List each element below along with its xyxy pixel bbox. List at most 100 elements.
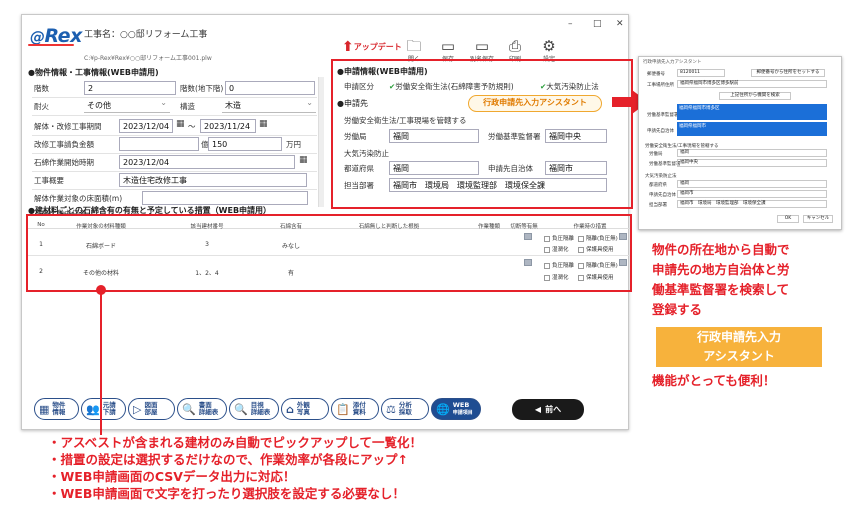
scale-icon: ⚖: [386, 402, 396, 416]
type-option-air[interactable]: ✔大気汚染防止法: [540, 81, 599, 92]
city-result-label: 申請先自治体: [647, 129, 674, 134]
office-field[interactable]: 福岡中央: [677, 159, 827, 167]
assist-badge: 行政申請先入力 アシスタント: [656, 327, 822, 367]
pointer-line: [100, 289, 102, 435]
nav-visual-detail-button[interactable]: 🔍 目視 詳細表: [229, 398, 279, 420]
air-section-label: 大気汚染防止法: [645, 174, 677, 179]
dept-label: 担当部署: [344, 181, 374, 190]
measure-check[interactable]: 負圧隔離: [544, 234, 574, 242]
upload-button[interactable]: ⬆アップデート: [342, 39, 402, 55]
folder-icon: 🗀: [406, 37, 422, 55]
pref-field[interactable]: 福岡: [389, 161, 479, 175]
fireproof-label: 耐火: [34, 102, 49, 111]
gear-icon: ⚙: [542, 37, 556, 55]
dept-field[interactable]: 福岡市 環境局 環境監理部 環境保全課: [389, 178, 607, 192]
application-section-title: ●申請情報(WEB申請用): [337, 67, 428, 76]
callout-footer: 機能がとっても便利！: [652, 373, 776, 388]
destination-title: ●申請先: [337, 99, 368, 108]
cutting-dropdown[interactable]: [524, 259, 532, 266]
labor-result-list[interactable]: 福岡県福岡市博多区: [677, 104, 827, 120]
save-icon: ▭: [440, 37, 456, 55]
period-end-field[interactable]: 2023/11/24: [200, 119, 256, 133]
nav-web-application-button[interactable]: 🌐 WEB 申請項目: [431, 398, 481, 420]
bureau-label: 労働局: [649, 152, 663, 157]
period-start-field[interactable]: 2023/12/04: [119, 119, 173, 133]
callout-text: 物件の所在地から自動で 申請先の地方自治体と労 働基準監督署を検索して 登録する: [652, 242, 790, 317]
measure-check[interactable]: 保護具使用: [578, 273, 614, 281]
floors-field[interactable]: 2: [84, 81, 176, 95]
labor-office-label: 労働基準監督署: [488, 132, 541, 141]
structure-select[interactable]: 木造: [222, 99, 316, 113]
basement-field[interactable]: 0: [225, 81, 315, 95]
nav-drawing-button[interactable]: ▷ 図面 部屋: [128, 398, 175, 420]
assist-button[interactable]: 行政申請先入力アシスタント: [468, 95, 602, 112]
measure-check[interactable]: 負圧隔離: [544, 261, 574, 269]
bullet-item: ・措置の設定は選択するだけなので、作業効率が各段にアップ↑: [48, 452, 408, 467]
measure-check[interactable]: 湿潤化: [544, 273, 569, 281]
nav-property-button[interactable]: ▦ 物件 情報: [34, 398, 79, 420]
type-option-labor[interactable]: ✔労働安全衛生法(石綿障害予防規則): [389, 81, 514, 92]
row-no: 1: [39, 241, 43, 248]
nav-attachment-button[interactable]: 📋 添付 資料: [331, 398, 379, 420]
dlg-dept-field[interactable]: 福岡市 環境局 環境監理部 環境保全課: [677, 200, 827, 208]
back-arrow-icon: ◀: [534, 405, 542, 414]
ok-button[interactable]: OK: [777, 215, 799, 223]
calendar-icon[interactable]: ▦: [176, 119, 185, 129]
app-window: @Rex 工事名：○○邸リフォーム工事 C:¥p-Rex¥Rex¥○○邸リフォー…: [21, 14, 633, 430]
file-path: C:¥p-Rex¥Rex¥○○邸リフォーム工事001.plw: [84, 55, 212, 62]
asbestos-start-field[interactable]: 2023/12/04: [119, 155, 295, 169]
magnifier-icon: 🔍: [234, 402, 248, 416]
measure-check[interactable]: 隔離(負圧無): [578, 234, 618, 242]
measure-check[interactable]: 湿潤化: [544, 245, 569, 253]
measures-dropdown[interactable]: [619, 259, 627, 266]
calendar-icon[interactable]: ▦: [259, 119, 268, 129]
measure-check[interactable]: 保護具使用: [578, 245, 614, 253]
city-field[interactable]: 福岡市: [545, 161, 607, 175]
nav-analysis-button[interactable]: ⚖ 分析 採取: [381, 398, 429, 420]
dlg-pref-field[interactable]: 福岡: [677, 180, 827, 188]
nav-document-detail-button[interactable]: 🔍 書面 詳細表: [177, 398, 227, 420]
postal-set-button[interactable]: 郵便番号から住所をセットする: [751, 69, 825, 77]
close-button[interactable]: ✕: [616, 19, 624, 29]
measures-dropdown[interactable]: [619, 233, 627, 240]
dlg-city-label: 申請先自治体: [649, 193, 676, 198]
labor-office-field[interactable]: 福岡中央: [545, 129, 607, 143]
col-cutting: 切断等有無: [510, 224, 538, 230]
city-result-list[interactable]: 福岡県福岡市: [677, 122, 827, 136]
amount-oku-field[interactable]: [119, 137, 199, 151]
property-section-title: ●物件情報・工事情報(WEB申請用): [28, 68, 159, 77]
labor-bureau-field[interactable]: 福岡: [389, 129, 479, 143]
bureau-field[interactable]: 福岡: [677, 149, 827, 157]
row-number: 3: [205, 241, 209, 248]
col-number: 該当建材番号: [190, 224, 224, 230]
upload-icon: ⬆: [342, 39, 354, 55]
save-as-icon: ▭: [474, 37, 490, 55]
amount-field[interactable]: 150: [208, 137, 282, 151]
fireproof-select[interactable]: その他: [84, 99, 170, 113]
basement-label: 階数(地下階): [180, 84, 224, 93]
floors-label: 階数: [34, 84, 49, 93]
row-material: 石綿ボード: [85, 243, 116, 250]
measure-check[interactable]: 隔離(負圧無): [578, 261, 618, 269]
calendar-icon[interactable]: ▦: [299, 155, 308, 165]
restore-button[interactable]: □: [593, 19, 602, 29]
col-material: 作業対象の材料種類: [76, 224, 126, 230]
overview-label: 工事概要: [34, 176, 64, 185]
dlg-city-field[interactable]: 福岡市: [677, 190, 827, 198]
app-logo: @Rex: [28, 25, 82, 47]
feature-bullets: ・アスベストが含まれる建材のみ自動でピックアップして一覧化！ ・措置の設定は選択…: [48, 434, 422, 502]
col-measures: 作業時の措置: [573, 224, 607, 230]
overview-field[interactable]: 木造住宅改修工事: [119, 173, 307, 187]
nav-exterior-photo-button[interactable]: ⌂ 外観 写真: [281, 398, 329, 420]
cutting-dropdown[interactable]: [524, 233, 532, 240]
address-field[interactable]: 福岡県福岡市博多区博多駅前: [677, 80, 827, 88]
floor-area-field[interactable]: [142, 191, 308, 205]
scrollbar[interactable]: [318, 77, 324, 207]
dlg-dept-label: 担当部署: [649, 203, 667, 208]
search-agency-button[interactable]: 上記住所から機関を検索: [719, 92, 791, 100]
nav-contractor-button[interactable]: 👥 元請 下請: [81, 398, 126, 420]
cancel-button[interactable]: キャンセル: [803, 215, 833, 223]
back-button[interactable]: ◀ 前へ: [512, 399, 584, 420]
minimize-button[interactable]: –: [568, 19, 573, 29]
postal-field[interactable]: 8120011: [677, 69, 725, 77]
